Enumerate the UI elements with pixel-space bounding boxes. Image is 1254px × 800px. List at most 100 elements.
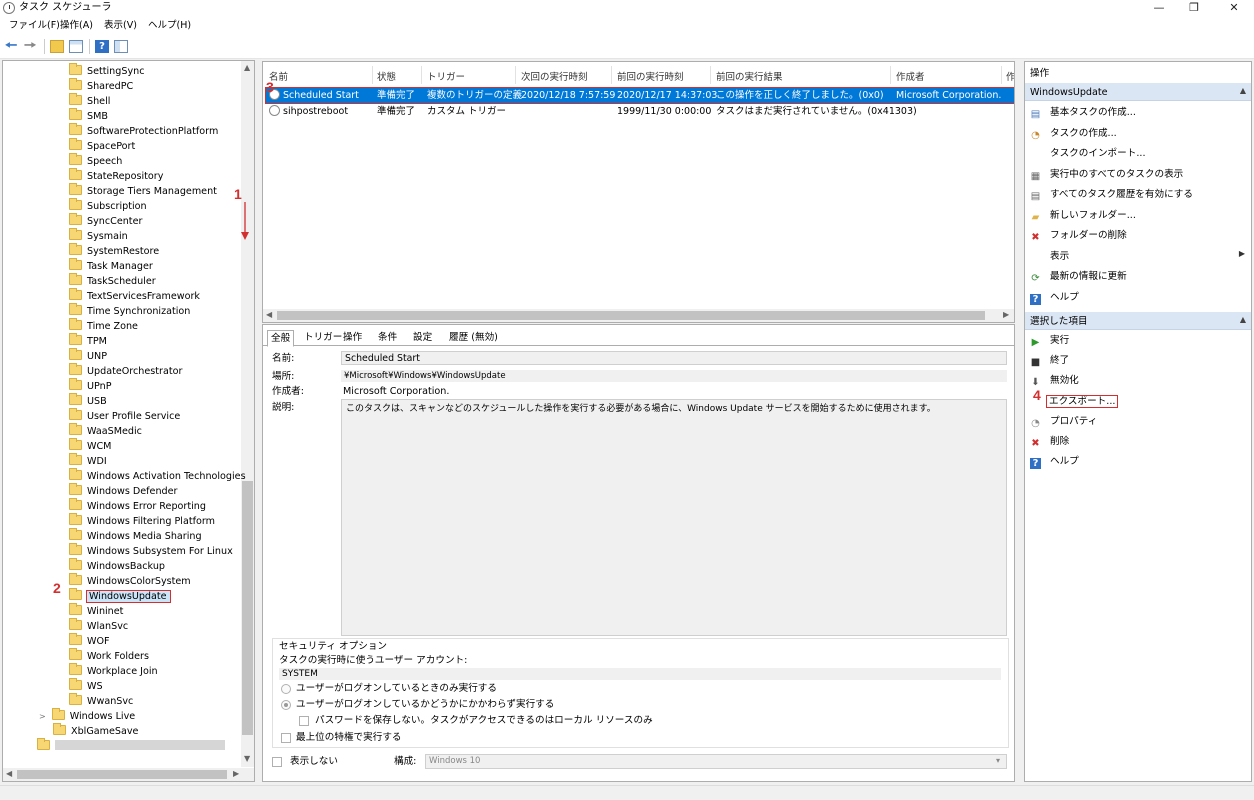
scroll-down-icon[interactable]: ▼ [244, 754, 250, 763]
tree-folder[interactable]: Windows Media Sharing [69, 528, 202, 544]
tree-folder[interactable]: USB [69, 393, 107, 409]
tree-folder[interactable]: Windows Activation Technologies [69, 468, 246, 484]
tree-folder[interactable]: TPM [69, 333, 107, 349]
actions-group-windowsupdate[interactable]: WindowsUpdate ▲ [1025, 83, 1251, 101]
tab-general[interactable]: 全般 [267, 330, 295, 347]
tree-folder[interactable]: Windows Defender [69, 483, 177, 499]
tree-folder[interactable]: WindowsBackup [69, 558, 165, 574]
help-icon[interactable]: ? [95, 40, 109, 53]
tree-folder[interactable]: SpacePort [69, 138, 135, 154]
tab-history[interactable]: 履歴 (無効) [446, 330, 501, 345]
collapse-icon[interactable]: ▲ [1240, 315, 1246, 324]
tree-folder[interactable]: UPnP [69, 378, 112, 394]
selected-action-item[interactable]: ? ヘルプ [1030, 454, 1079, 470]
action-pane-icon[interactable] [114, 40, 128, 53]
folder-tree[interactable]: ▲ ▼ ◀ ▶ SettingSync SharedPC Shell SMB Softw… [2, 60, 255, 782]
tree-folder[interactable]: Time Zone [69, 318, 138, 334]
collapse-icon[interactable]: ▲ [1240, 86, 1246, 95]
hidden-checkbox[interactable] [272, 757, 282, 767]
scroll-right-icon[interactable]: ▶ [233, 769, 239, 778]
column-last-result[interactable]: 前回の実行結果 [716, 69, 783, 83]
column-separator[interactable] [890, 66, 891, 84]
tree-folder[interactable]: WwanSvc [69, 693, 133, 709]
tree-folder[interactable]: Subscription [69, 198, 147, 214]
scroll-left-icon[interactable]: ◀ [266, 310, 272, 319]
task-name-field[interactable]: Scheduled Start [341, 351, 1007, 365]
tree-folder[interactable]: WS [69, 678, 103, 694]
action-item[interactable]: ◔ タスクの作成... [1030, 126, 1117, 142]
tab-actions[interactable]: 操作 [340, 330, 365, 345]
menu-view[interactable]: 表示(V) [104, 20, 137, 32]
tree-folder[interactable]: Work Folders [69, 648, 149, 664]
action-item[interactable]: ▤ 基本タスクの作成... [1030, 105, 1136, 121]
column-status[interactable]: 状態 [377, 69, 396, 83]
task-row-sihpostreboot[interactable]: sihpostreboot 準備完了 カスタム トリガー 1999/11/30 … [266, 104, 1014, 119]
tree-folder[interactable]: Shell [69, 93, 110, 109]
task-list-horizontal-scrollbar[interactable]: ◀ ▶ [263, 309, 1014, 322]
tree-folder[interactable]: Time Synchronization [69, 303, 190, 319]
selected-action-item[interactable]: ■ 終了 [1030, 353, 1069, 369]
task-row-scheduled-start[interactable]: Scheduled Start 準備完了 複数のトリガーの定義 2020/12/… [265, 87, 1014, 104]
action-item[interactable]: ▦ 実行中のすべてのタスクの表示 [1030, 167, 1184, 183]
back-arrow-icon[interactable]: 🠔 [5, 39, 19, 53]
tab-settings[interactable]: 設定 [410, 330, 435, 345]
tree-folder[interactable]: UNP [69, 348, 107, 364]
tree-folder[interactable]: TextServicesFramework [69, 288, 200, 304]
action-item[interactable]: タスクのインポート... [1030, 146, 1146, 162]
tree-folder[interactable]: TaskScheduler [69, 273, 156, 289]
tree-folder[interactable]: UpdateOrchestrator [69, 363, 182, 379]
tree-folder[interactable]: WindowsUpdate [69, 588, 171, 604]
column-more[interactable]: 作 [1006, 69, 1014, 83]
maximize-button[interactable]: ❐ [1174, 0, 1214, 17]
highest-privilege-checkbox[interactable] [281, 733, 291, 743]
tree-folder[interactable]: Storage Tiers Management [69, 183, 217, 199]
tree-folder[interactable]: Windows Filtering Platform [69, 513, 215, 529]
tree-folder-obscured[interactable] [37, 738, 225, 754]
tree-folder[interactable]: User Profile Service [69, 408, 180, 424]
close-button[interactable]: ✕ [1214, 0, 1254, 17]
action-item[interactable]: ? ヘルプ [1030, 290, 1079, 306]
tree-folder[interactable]: Windows Error Reporting [69, 498, 206, 514]
tree-folder[interactable]: Speech [69, 153, 122, 169]
description-field[interactable]: このタスクは、スキャンなどのスケジュールした操作を実行する必要がある場合に、Wi… [341, 399, 1007, 636]
submenu-arrow-icon[interactable]: ▶ [1239, 249, 1245, 258]
column-next-run[interactable]: 次回の実行時刻 [521, 69, 588, 83]
scroll-thumb[interactable] [242, 481, 253, 735]
console-tree-icon[interactable] [69, 40, 83, 53]
tree-horizontal-scrollbar[interactable]: ◀ ▶ [3, 768, 254, 781]
tree-folder[interactable]: SoftwareProtectionPlatform [69, 123, 218, 139]
tree-folder[interactable]: WDI [69, 453, 107, 469]
column-last-run[interactable]: 前回の実行時刻 [617, 69, 684, 83]
selected-action-item[interactable]: ✖ 削除 [1030, 434, 1069, 450]
up-folder-icon[interactable] [50, 40, 64, 53]
menu-help[interactable]: ヘルプ(H) [148, 20, 191, 32]
tab-conditions[interactable]: 条件 [375, 330, 400, 345]
menu-action[interactable]: 操作(A) [60, 20, 93, 32]
column-trigger[interactable]: トリガー [427, 69, 465, 83]
action-item[interactable]: ✖ フォルダーの削除 [1030, 228, 1126, 244]
tree-folder[interactable]: WCM [69, 438, 111, 454]
tab-triggers[interactable]: トリガー [301, 330, 345, 345]
tree-folder[interactable]: Wininet [69, 603, 123, 619]
expand-chevron-icon[interactable]: > [39, 712, 46, 721]
chevron-down-icon[interactable]: ▾ [996, 756, 1000, 765]
actions-group-selected[interactable]: 選択した項目 ▲ [1025, 312, 1251, 330]
no-password-checkbox[interactable] [299, 716, 309, 726]
config-dropdown[interactable]: Windows 10 [425, 754, 1007, 769]
tree-folder[interactable]: StateRepository [69, 168, 163, 184]
column-separator[interactable] [421, 66, 422, 84]
selected-action-item[interactable]: ◔ プロパティ [1030, 414, 1097, 430]
tree-folder-xblgamesave[interactable]: XblGameSave [53, 723, 138, 739]
tree-folder[interactable]: SMB [69, 108, 108, 124]
action-item[interactable]: 表示 [1030, 249, 1069, 265]
minimize-button[interactable]: — [1139, 0, 1179, 17]
column-separator[interactable] [372, 66, 373, 84]
tree-folder[interactable]: WlanSvc [69, 618, 128, 634]
menu-file[interactable]: ファイル(F) [9, 20, 60, 32]
column-separator[interactable] [710, 66, 711, 84]
tree-folder[interactable]: Task Manager [69, 258, 153, 274]
tree-folder[interactable]: SyncCenter [69, 213, 142, 229]
action-item[interactable]: ▰ 新しいフォルダー... [1030, 208, 1136, 224]
tree-vertical-scrollbar[interactable]: ▲ ▼ [241, 61, 254, 767]
logon-only-radio[interactable] [281, 684, 291, 694]
